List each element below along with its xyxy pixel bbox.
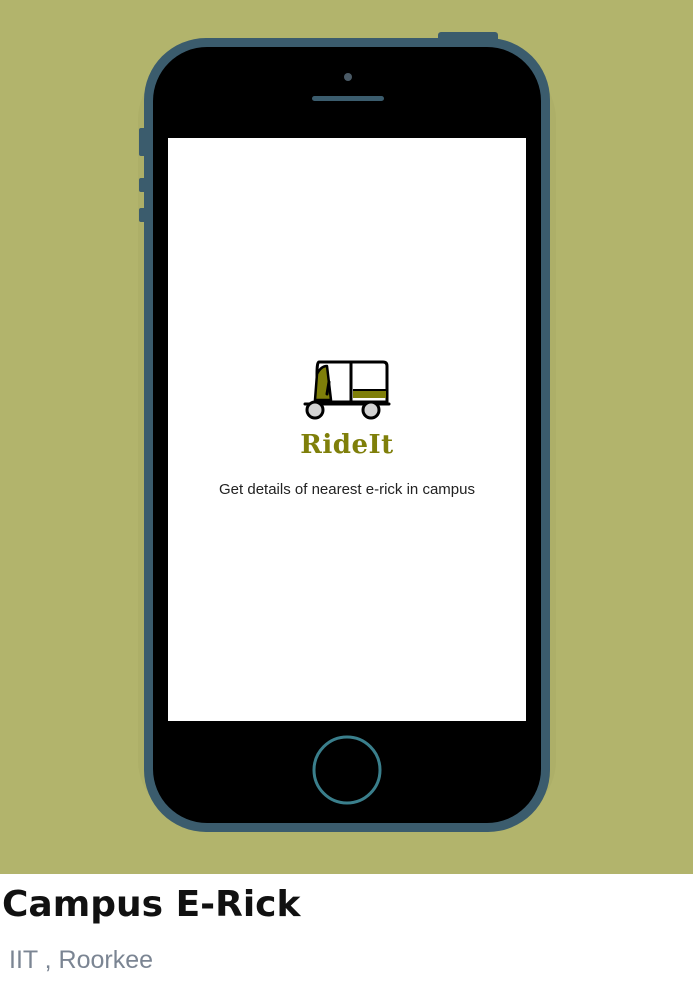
app-name: RideIt: [300, 430, 394, 460]
app-splash-screen: RideIt Get details of nearest e-rick in …: [168, 138, 526, 721]
project-card[interactable]: RideIt Get details of nearest e-rick in …: [0, 0, 693, 994]
e-rickshaw-icon: [303, 360, 391, 420]
earpiece-speaker: [312, 96, 384, 101]
front-camera-icon: [344, 73, 352, 81]
project-title[interactable]: Campus E-Rick: [2, 884, 300, 925]
project-subtitle: IIT , Roorkee: [9, 946, 154, 974]
project-preview: RideIt Get details of nearest e-rick in …: [0, 0, 693, 874]
app-tagline: Get details of nearest e-rick in campus: [219, 481, 475, 498]
